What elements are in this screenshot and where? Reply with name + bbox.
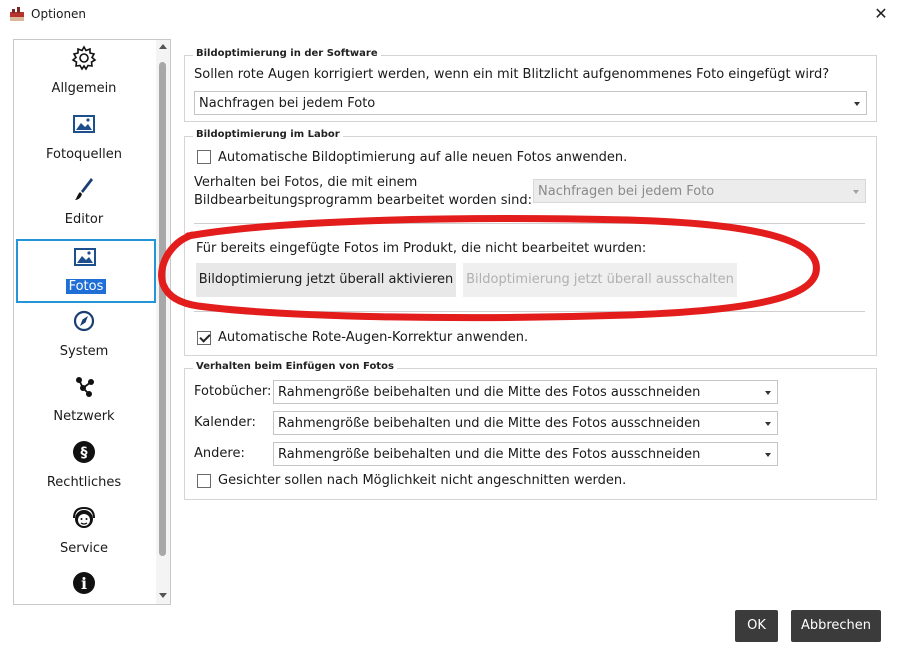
edited-photos-label-line1: Verhalten bei Fotos, die mit einem [194,175,418,190]
paragraph-icon: § [73,441,95,463]
chevron-down-icon [765,391,771,395]
compass-icon [73,310,95,332]
kalender-select[interactable]: Rahmengröße beibehalten und die Mitte de… [273,411,778,435]
sidebar-item-label: Service [59,541,109,556]
cancel-button[interactable]: Abbrechen [791,610,881,642]
sidebar-item-label: Rechtliches [46,475,122,490]
separator [194,223,865,224]
sidebar-item-fotos[interactable]: Fotos [16,239,156,303]
close-button[interactable]: ✕ [868,2,894,26]
sidebar-item-label: Allgemein [51,81,117,96]
redeye-question: Sollen rote Augen korrigiert werden, wen… [194,67,830,82]
kalender-label: Kalender: [194,415,256,430]
inserted-photos-label: Für bereits eingefügte Fotos im Produkt,… [196,241,647,256]
chevron-down-icon [765,453,771,457]
sidebar-item-editor[interactable]: Editor [15,173,153,235]
section-glyph: § [81,445,88,461]
group-legend: Bildoptimierung in der Software [193,48,381,59]
edited-photos-select[interactable]: Nachfragen bei jedem Foto [533,179,866,203]
select-value: Rahmengröße beibehalten und die Mitte de… [278,416,701,431]
sidebar-item-service[interactable]: Service [15,502,153,564]
selected-label: Fotos [65,279,107,294]
sidebar-scrollbar[interactable] [156,40,170,604]
edited-photos-label-line2: Bildbearbeitungsprogramm bearbeitet word… [194,193,533,208]
redeye-auto-label: Automatische Rote-Augen-Korrektur anwend… [218,330,529,345]
group-legend: Bildoptimierung im Labor [193,129,343,140]
picture-icon [73,115,95,133]
brush-icon [75,178,93,200]
title-bar: Optionen ✕ [0,0,900,30]
picture-icon [74,248,96,266]
andere-select[interactable]: Rahmengröße beibehalten und die Mitte de… [273,442,778,466]
redeye-auto-checkbox[interactable] [197,331,211,345]
close-icon: ✕ [874,4,888,23]
sidebar-item-system[interactable]: System [15,305,153,367]
sidebar-item-allgemein[interactable]: Allgemein [15,42,153,104]
headset-icon [73,506,95,528]
options-sidebar: Allgemein Fotoquellen Editor Fotos Syste… [13,39,171,605]
activate-optimization-button[interactable]: Bildoptimierung jetzt überall aktivieren [196,263,456,297]
faces-checkbox[interactable] [197,474,211,488]
app-icon [10,7,24,21]
software-optimization-group: Bildoptimierung in der Software Sollen r… [184,48,877,122]
gear-icon [71,45,97,71]
ok-button[interactable]: OK [735,610,778,642]
chevron-down-icon [854,102,860,106]
auto-optimization-label: Automatische Bildoptimierung auf alle ne… [218,150,628,165]
window-title: Optionen [31,7,87,21]
sidebar-item-info[interactable]: i [15,567,153,603]
chevron-down-icon [765,422,771,426]
software-redeye-select[interactable]: Nachfragen bei jedem Foto [194,91,867,115]
sidebar-item-label: Fotoquellen [46,147,122,162]
scroll-down-icon[interactable] [159,593,167,598]
andere-label: Andere: [194,446,245,461]
auto-optimization-checkbox[interactable] [197,150,211,164]
sidebar-item-rechtliches[interactable]: § Rechtliches [15,436,153,498]
separator [194,311,865,312]
lab-optimization-group: Bildoptimierung im Labor Automatische Bi… [184,129,877,356]
sidebar-item-label: Editor [64,212,104,227]
info-icon: i [73,572,95,594]
sidebar-item-label: Netzwerk [53,409,115,424]
deactivate-optimization-button[interactable]: Bildoptimierung jetzt überall ausschalte… [463,263,737,297]
insert-behavior-group: Verhalten beim Einfügen von Fotos Fotobü… [184,361,877,500]
fotobuecher-select[interactable]: Rahmengröße beibehalten und die Mitte de… [273,380,778,404]
sidebar-item-label: System [59,344,109,359]
scroll-thumb[interactable] [159,62,166,556]
group-legend: Verhalten beim Einfügen von Fotos [193,361,397,372]
sidebar-item-netzwerk[interactable]: Netzwerk [15,370,153,432]
info-glyph: i [81,574,87,593]
select-value: Nachfragen bei jedem Foto [199,96,376,111]
select-value: Nachfragen bei jedem Foto [538,184,715,199]
sidebar-item-label: Fotos [18,279,154,294]
scroll-up-icon[interactable] [159,44,167,49]
chevron-down-icon [853,190,859,194]
sidebar-item-fotoquellen[interactable]: Fotoquellen [15,108,153,170]
select-value: Rahmengröße beibehalten und die Mitte de… [278,447,701,462]
faces-label: Gesichter sollen nach Möglichkeit nicht … [218,473,627,488]
select-value: Rahmengröße beibehalten und die Mitte de… [278,385,701,400]
network-icon [76,377,94,397]
fotobuecher-label: Fotobücher: [194,384,272,399]
